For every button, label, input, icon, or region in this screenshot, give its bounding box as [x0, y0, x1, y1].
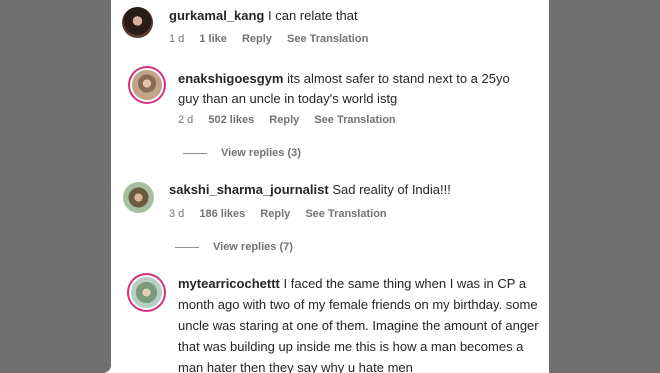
comment-meta: 2 d 502 likes Reply See Translation	[178, 114, 408, 126]
reply-button[interactable]: Reply	[269, 114, 299, 126]
avatar[interactable]	[132, 70, 162, 100]
username[interactable]: sakshi_sharma_journalist	[169, 182, 329, 197]
comment-meta: 3 d 186 likes Reply See Translation	[169, 208, 399, 220]
avatar[interactable]	[122, 7, 153, 38]
comment-text: mytearricochettt I faced the same thing …	[178, 273, 548, 373]
view-replies-label[interactable]: View replies (3)	[221, 147, 301, 159]
comments-panel[interactable]: gurkamal_kang I can relate that 1 d 1 li…	[111, 0, 549, 373]
see-translation-link[interactable]: See Translation	[314, 114, 395, 126]
comment-text: sakshi_sharma_journalist Sad reality of …	[169, 180, 539, 200]
likes-count[interactable]: 186 likes	[199, 208, 245, 220]
username[interactable]: mytearricochettt	[178, 276, 280, 291]
avatar[interactable]	[131, 277, 162, 308]
see-translation-link[interactable]: See Translation	[287, 33, 368, 45]
username[interactable]: gurkamal_kang	[169, 8, 264, 23]
replies-divider-line	[183, 152, 207, 154]
reply-button[interactable]: Reply	[260, 208, 290, 220]
likes-count[interactable]: 1 like	[199, 33, 227, 45]
comment-text: gurkamal_kang I can relate that	[169, 6, 539, 26]
reply-button[interactable]: Reply	[242, 33, 272, 45]
comment-body: I can relate that	[268, 8, 358, 23]
comment-meta: 1 d 1 like Reply See Translation	[169, 33, 380, 45]
right-backdrop	[549, 0, 660, 373]
timestamp: 1 d	[169, 33, 185, 45]
likes-count[interactable]: 502 likes	[208, 114, 254, 126]
comment-body: Sad reality of India!!!	[332, 182, 451, 197]
username[interactable]: enakshigoesgym	[178, 71, 284, 86]
replies-divider-line	[175, 246, 199, 248]
timestamp: 3 d	[169, 208, 185, 220]
view-replies-label[interactable]: View replies (7)	[213, 241, 293, 253]
see-translation-link[interactable]: See Translation	[305, 208, 386, 220]
avatar[interactable]	[123, 182, 154, 213]
comment-text: enakshigoesgym its almost safer to stand…	[178, 69, 528, 109]
left-backdrop	[0, 0, 111, 373]
view-replies-button[interactable]: View replies (7)	[175, 241, 293, 253]
timestamp: 2 d	[178, 114, 194, 126]
view-replies-button[interactable]: View replies (3)	[183, 147, 301, 159]
